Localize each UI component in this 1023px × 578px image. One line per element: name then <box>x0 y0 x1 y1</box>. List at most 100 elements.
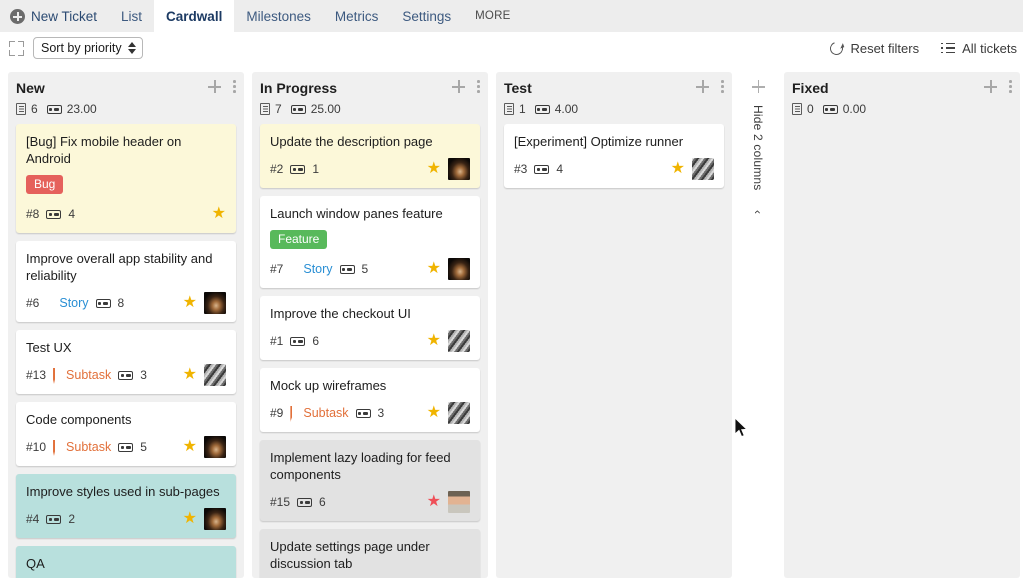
ticket-card[interactable]: [Experiment] Optimize runner #3 4 ★ <box>504 124 724 188</box>
nav-new-ticket[interactable]: New Ticket <box>0 0 109 32</box>
priority-star-icon[interactable]: ★ <box>427 494 441 510</box>
ticket-card[interactable]: Test UX #13 Subtask 3 ★ <box>16 330 236 394</box>
priority-star-icon[interactable]: ★ <box>183 295 197 311</box>
card-points: 5 <box>140 440 147 454</box>
board-column: Fixed 0 0.00 <box>784 72 1020 578</box>
reset-filters-label: Reset filters <box>850 40 920 56</box>
column-card-list: [Bug] Fix mobile header on Android Bug #… <box>16 124 236 578</box>
card-footer-right: ★ <box>183 508 226 530</box>
avatar[interactable] <box>204 364 226 386</box>
priority-star-icon[interactable]: ★ <box>427 261 441 277</box>
column-points-total: 0.00 <box>842 102 867 116</box>
hide-columns-label[interactable]: Hide 2 columns <box>751 105 765 191</box>
card-footer: #10 Subtask 5 ★ <box>26 436 226 458</box>
card-tag: Bug <box>26 175 64 194</box>
nav-metrics[interactable]: Metrics <box>323 0 391 32</box>
column-stats: 7 25.00 <box>260 102 480 116</box>
board-column: New 6 23.00 [Bug] Fix mobile header on A… <box>8 72 244 578</box>
collapse-columns-rail: Hide 2 columns ‹ <box>740 72 776 578</box>
all-tickets-button[interactable]: All tickets <box>941 41 1017 56</box>
column-title: In Progress <box>260 80 338 96</box>
add-card-button[interactable] <box>696 80 709 93</box>
column-menu-button[interactable] <box>477 80 480 93</box>
priority-star-icon[interactable]: ★ <box>427 161 441 177</box>
chevron-left-icon[interactable]: ‹ <box>751 210 765 214</box>
ticket-card[interactable]: Launch window panes feature Feature #7 S… <box>260 196 480 288</box>
avatar[interactable] <box>448 402 470 424</box>
card-points: 2 <box>68 512 76 526</box>
avatar[interactable] <box>448 330 470 352</box>
points-card-icon <box>822 104 838 114</box>
points-card-icon <box>290 104 306 114</box>
card-footer-right: ★ <box>183 364 226 386</box>
reset-filters-button[interactable]: Reset filters <box>828 39 920 57</box>
card-id: #3 <box>514 162 528 176</box>
add-card-button[interactable] <box>208 80 221 93</box>
priority-star-icon[interactable]: ★ <box>427 333 441 349</box>
nav-cardwall[interactable]: Cardwall <box>154 0 235 32</box>
board-toolbar: Sort by priority Reset filters All ticke… <box>0 32 1023 64</box>
column-card-count: 1 <box>519 102 526 116</box>
sort-select[interactable]: Sort by priority <box>33 37 143 59</box>
ticket-card[interactable]: Update settings page under discussion ta… <box>260 529 480 578</box>
nav-list[interactable]: List <box>109 0 154 32</box>
points-card-icon <box>534 164 550 174</box>
card-footer: #1 6 ★ <box>270 330 470 352</box>
ticket-card[interactable]: Update the description page #2 1 ★ <box>260 124 480 188</box>
priority-star-icon[interactable]: ★ <box>671 161 685 177</box>
column-actions <box>984 80 1012 93</box>
add-column-button[interactable] <box>751 80 765 93</box>
top-navbar: New Ticket List Cardwall Milestones Metr… <box>0 0 1023 32</box>
priority-star-icon[interactable]: ★ <box>427 405 441 421</box>
column-actions <box>696 80 724 93</box>
add-card-button[interactable] <box>452 80 465 93</box>
card-type: Subtask <box>290 406 349 422</box>
ticket-card[interactable]: Code components #10 Subtask 5 ★ <box>16 402 236 466</box>
points-card-icon <box>534 104 550 114</box>
card-footer-right: ★ <box>427 491 470 513</box>
card-footer: #9 Subtask 3 ★ <box>270 402 470 424</box>
column-menu-button[interactable] <box>721 80 724 93</box>
points-card-icon <box>46 104 62 114</box>
priority-star-icon[interactable]: ★ <box>183 439 197 455</box>
ticket-card[interactable]: Improve styles used in sub-pages #4 2 ★ <box>16 474 236 538</box>
ticket-card[interactable]: Improve the checkout UI #1 6 ★ <box>260 296 480 360</box>
card-footer-right: ★ <box>212 206 226 222</box>
add-card-button[interactable] <box>984 80 997 93</box>
column-stats: 6 23.00 <box>16 102 236 116</box>
card-title: Improve styles used in sub-pages <box>26 484 220 499</box>
card-title: QA <box>26 556 45 571</box>
ticket-card[interactable]: Implement lazy loading for feed componen… <box>260 440 480 521</box>
column-menu-button[interactable] <box>233 80 236 93</box>
avatar[interactable] <box>204 436 226 458</box>
ticket-card[interactable]: [Bug] Fix mobile header on Android Bug #… <box>16 124 236 233</box>
card-footer: #4 2 ★ <box>26 508 226 530</box>
column-header: Fixed <box>792 80 1012 96</box>
document-icon <box>792 103 802 115</box>
priority-star-icon[interactable]: ★ <box>183 367 197 383</box>
column-card-list: [Experiment] Optimize runner #3 4 ★ <box>504 124 724 188</box>
ticket-card[interactable]: Improve overall app stability and reliab… <box>16 241 236 322</box>
card-id: #6 <box>26 296 40 310</box>
avatar[interactable] <box>448 491 470 513</box>
card-points: 1 <box>312 162 320 176</box>
column-menu-button[interactable] <box>1009 80 1012 93</box>
nav-settings[interactable]: Settings <box>390 0 463 32</box>
avatar[interactable] <box>204 508 226 530</box>
column-header: In Progress <box>260 80 480 96</box>
card-id: #10 <box>26 440 47 454</box>
avatar[interactable] <box>204 292 226 314</box>
priority-star-icon[interactable]: ★ <box>212 206 226 222</box>
ticket-card[interactable]: QA #12 1 ★ <box>16 546 236 578</box>
board-column: Test 1 4.00 [Experiment] Optimize runner… <box>496 72 732 578</box>
ticket-card[interactable]: Mock up wireframes #9 Subtask 3 ★ <box>260 368 480 432</box>
column-header: New <box>16 80 236 96</box>
avatar[interactable] <box>692 158 714 180</box>
priority-star-icon[interactable]: ★ <box>183 511 197 527</box>
points-card-icon <box>95 298 111 308</box>
fullscreen-icon[interactable] <box>8 40 25 57</box>
avatar[interactable] <box>448 158 470 180</box>
nav-more[interactable]: MORE <box>463 0 522 32</box>
nav-milestones[interactable]: Milestones <box>234 0 323 32</box>
avatar[interactable] <box>448 258 470 280</box>
